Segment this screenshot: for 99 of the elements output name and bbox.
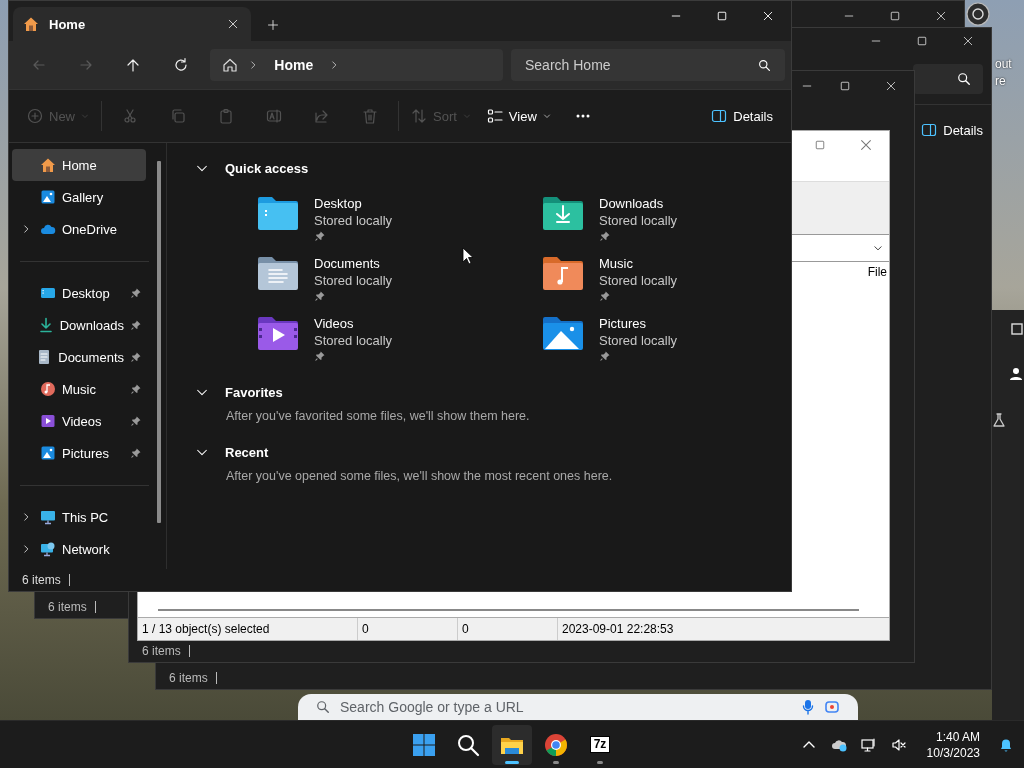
monitor-icon — [860, 736, 877, 753]
search-icon — [758, 59, 771, 72]
date-text: 10/3/2023 — [926, 744, 980, 761]
maximize-icon — [916, 35, 928, 47]
status-text: 6 items — [22, 573, 61, 587]
cursor-icon — [462, 247, 474, 265]
scrollbar[interactable] — [158, 609, 859, 611]
close-icon — [885, 80, 897, 92]
search-icon — [957, 72, 971, 86]
search-field[interactable] — [913, 64, 983, 94]
taskbar-app-button[interactable] — [492, 724, 532, 765]
close-icon — [227, 18, 239, 30]
empty-message: After you've opened some files, we'll show the most recent ones here. — [225, 468, 614, 485]
time-text: 1:40 AM — [935, 728, 980, 745]
maximize-icon — [716, 10, 728, 22]
status-text: 6 items — [169, 671, 208, 685]
picture-icon — [40, 445, 56, 461]
panel-icon — [711, 108, 728, 124]
new-tab-button[interactable] — [265, 17, 281, 33]
folder-location: Stored locally — [599, 213, 678, 228]
monitor-icon — [40, 509, 56, 525]
folder-location: Stored locally — [314, 213, 393, 228]
sidebar-item[interactable]: Desktop — [12, 277, 146, 309]
status-text: 6 items — [48, 600, 87, 614]
microphone-icon — [802, 699, 814, 715]
music-note-icon — [40, 381, 56, 397]
taskbar-app-button[interactable]: 7z — [580, 724, 620, 765]
clock[interactable]: 1:40 AM 10/3/2023 — [916, 728, 988, 761]
folder-name[interactable]: Pictures — [599, 316, 678, 331]
desktop-icon-label: re — [995, 74, 1006, 88]
section-header[interactable]: Favorites — [195, 379, 283, 405]
panel-icon — [921, 122, 938, 138]
sidebar-item[interactable]: Videos — [12, 405, 146, 437]
address-bar[interactable]: Home — [210, 49, 503, 81]
desktop-icon — [40, 285, 56, 301]
video-icon — [40, 413, 56, 429]
home-icon — [222, 57, 239, 73]
sidebar-item[interactable]: This PC — [12, 501, 146, 533]
square-icon — [1010, 322, 1024, 336]
picture-icon — [40, 189, 56, 205]
status-text: 1 / 13 object(s) selected — [138, 618, 358, 640]
chrome-icon — [544, 732, 568, 757]
maximize-icon — [889, 10, 901, 22]
sidebar-item[interactable]: Music — [12, 373, 146, 405]
details-button[interactable]: Details — [703, 99, 781, 133]
status-text: 0 — [458, 618, 558, 640]
search-icon — [316, 700, 330, 714]
tab[interactable]: Home — [13, 7, 251, 41]
folder-name[interactable]: Music — [599, 256, 678, 271]
flask-icon — [992, 412, 1006, 428]
camera-icon — [824, 699, 840, 715]
maximize-icon — [839, 80, 851, 92]
folder-name[interactable]: Downloads — [599, 196, 678, 211]
circle-icon — [964, 2, 992, 26]
folder-name[interactable]: Documents — [314, 256, 393, 271]
column-header[interactable]: File — [867, 265, 887, 279]
empty-message: After you've favorited some files, we'll show them here. — [225, 408, 531, 425]
folder-name[interactable]: Videos — [314, 316, 393, 331]
folder-location: Stored locally — [314, 333, 393, 348]
placeholder-text: Search Google or type a URL — [340, 699, 525, 715]
sidebar-item[interactable]: Gallery — [12, 181, 146, 213]
breadcrumb-item[interactable]: Home — [268, 57, 320, 73]
sidebar-item[interactable]: Network — [12, 533, 146, 565]
section-header[interactable]: Quick access — [195, 155, 309, 181]
maximize-icon — [814, 139, 826, 151]
desktop-icon-label: out — [995, 57, 1012, 71]
windows-logo-icon — [412, 732, 436, 757]
sidebar-item[interactable]: OneDrive — [12, 213, 146, 245]
chevron-down-icon — [873, 243, 883, 253]
search-icon — [456, 732, 480, 757]
search-field[interactable]: Search Google or type a URL — [298, 694, 858, 720]
folder-location: Stored locally — [599, 333, 678, 348]
home-icon — [23, 16, 39, 32]
folder-location: Stored locally — [314, 273, 393, 288]
home-icon — [40, 157, 56, 173]
sidebar-item[interactable]: Pictures — [12, 437, 146, 469]
person-icon — [1008, 366, 1024, 382]
app-logo: 7z — [590, 737, 610, 752]
status-text: 6 items — [142, 644, 181, 658]
network-icon — [40, 541, 56, 557]
sidebar-item[interactable]: Home — [12, 149, 146, 181]
status-text: 2023-09-01 22:28:53 — [561, 621, 675, 638]
view-button[interactable]: View — [478, 99, 559, 133]
close-icon — [762, 10, 774, 22]
section-header[interactable]: Recent — [195, 439, 269, 465]
folder-name[interactable]: Desktop — [314, 196, 393, 211]
download-icon — [37, 317, 54, 333]
close-icon — [935, 10, 947, 22]
close-icon — [962, 35, 974, 47]
status-text: 0 — [358, 618, 458, 640]
sidebar-item[interactable]: Downloads — [12, 309, 146, 341]
scrollbar[interactable] — [157, 161, 161, 523]
details-button[interactable]: Details — [917, 118, 987, 142]
chevron-down-icon — [542, 112, 551, 120]
close-icon — [859, 138, 873, 152]
plus-icon — [267, 19, 279, 31]
folder-location: Stored locally — [599, 273, 678, 288]
sidebar-item[interactable]: Documents — [12, 341, 146, 373]
search-field[interactable]: Search Home — [511, 49, 785, 81]
